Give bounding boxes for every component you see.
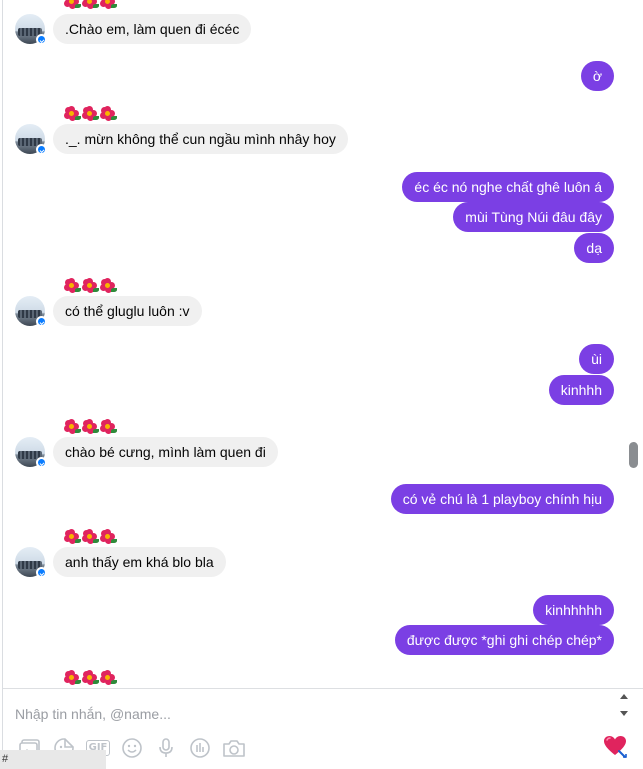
outgoing-message-bubble[interactable]: dạ <box>574 233 614 263</box>
hibiscus-icon <box>64 278 81 294</box>
incoming-message-bubble[interactable]: .Chào em, làm quen đi écéc <box>53 14 252 44</box>
hibiscus-nickname-decoration <box>64 106 124 122</box>
scroll-up-icon[interactable] <box>620 694 628 699</box>
hibiscus-icon <box>82 419 99 435</box>
scrollbar-thumb[interactable] <box>629 442 638 468</box>
hibiscus-icon <box>82 529 99 545</box>
message-input[interactable] <box>15 704 595 724</box>
hibiscus-nickname-decoration <box>64 670 124 686</box>
incoming-message-bubble[interactable]: ._. mừn không thể cun ngầu mình nhây hoy <box>53 124 348 154</box>
contact-avatar[interactable] <box>15 296 47 327</box>
camera-icon[interactable] <box>222 737 246 759</box>
composer-divider <box>3 688 643 689</box>
outgoing-message-bubble[interactable]: ùi <box>579 344 614 374</box>
messenger-badge-icon <box>36 567 47 578</box>
emoji-icon[interactable] <box>120 737 144 759</box>
hibiscus-icon <box>82 670 99 686</box>
hibiscus-icon <box>64 419 81 435</box>
microphone-icon[interactable] <box>154 737 178 759</box>
incoming-message-bubble[interactable]: có thể gluglu luôn :v <box>53 296 202 326</box>
contact-avatar[interactable] <box>15 547 47 578</box>
outgoing-message-bubble[interactable]: éc éc nó nghe chất ghê luôn á <box>402 172 614 202</box>
hibiscus-nickname-decoration <box>64 278 124 294</box>
hibiscus-icon <box>64 529 81 545</box>
hibiscus-icon <box>82 0 99 10</box>
outgoing-message-bubble[interactable]: kinhhhhh <box>533 595 614 625</box>
hibiscus-nickname-decoration <box>64 419 124 435</box>
hibiscus-icon <box>100 0 117 10</box>
hibiscus-icon <box>82 106 99 122</box>
heart-icon[interactable] <box>602 733 628 759</box>
hibiscus-icon <box>100 670 117 686</box>
hibiscus-icon <box>100 106 117 122</box>
messenger-badge-icon <box>36 34 47 45</box>
incoming-message-bubble[interactable]: chào bé cưng, mình làm quen đi <box>53 437 278 467</box>
hibiscus-icon <box>64 670 81 686</box>
contact-avatar[interactable] <box>15 124 47 155</box>
hibiscus-icon <box>100 278 117 294</box>
message-scrollbar[interactable] <box>626 0 640 688</box>
hibiscus-icon <box>64 0 81 10</box>
hibiscus-nickname-decoration <box>64 0 124 10</box>
outgoing-message-bubble[interactable]: ờ <box>580 61 614 91</box>
outgoing-message-bubble[interactable]: được được *ghi ghi chép chép* <box>394 625 614 655</box>
hibiscus-nickname-decoration <box>64 529 124 545</box>
outgoing-message-bubble[interactable]: kinhhh <box>548 375 614 405</box>
status-strip: # <box>0 750 106 769</box>
hibiscus-icon <box>64 106 81 122</box>
composer-scroll-arrows[interactable] <box>618 692 630 720</box>
contact-avatar[interactable] <box>15 437 47 468</box>
outgoing-message-bubble[interactable]: mùi Tùng Núi đâu đây <box>453 202 614 232</box>
messenger-badge-icon <box>36 457 47 468</box>
messenger-badge-icon <box>36 144 47 155</box>
messenger-badge-icon <box>36 316 47 327</box>
hibiscus-icon <box>100 529 117 545</box>
hibiscus-icon <box>82 278 99 294</box>
message-list[interactable]: .Chào em, làm quen đi écéc ờ ._. mừn khô… <box>3 0 626 688</box>
poll-icon[interactable] <box>188 737 212 759</box>
incoming-message-bubble[interactable]: anh thấy em khá blo bla <box>53 547 226 577</box>
hibiscus-icon <box>100 419 117 435</box>
scroll-down-icon[interactable] <box>620 711 628 716</box>
contact-avatar[interactable] <box>15 14 47 45</box>
outgoing-message-bubble[interactable]: có vẻ chú là 1 playboy chính hịu <box>390 484 614 514</box>
